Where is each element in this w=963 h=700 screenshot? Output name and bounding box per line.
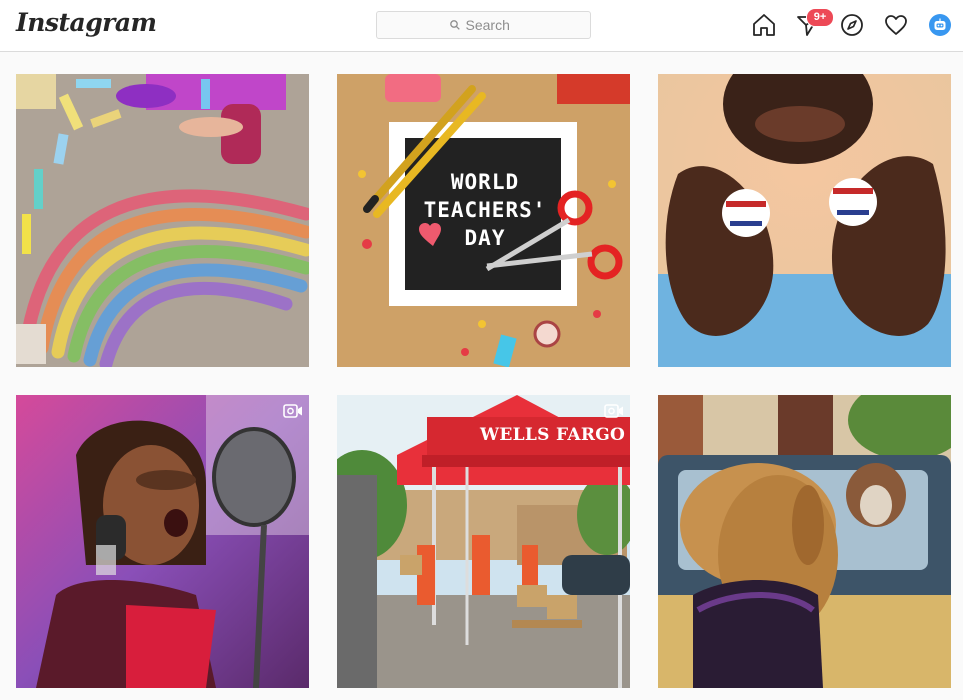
search-box[interactable] — [376, 11, 591, 39]
activity-heart-icon[interactable] — [883, 12, 909, 38]
explore-icon[interactable] — [839, 12, 865, 38]
search-icon — [449, 20, 460, 30]
notifications-badge: 9+ — [806, 8, 834, 27]
video-icon — [283, 404, 302, 418]
video-icon — [604, 404, 623, 418]
post-image — [16, 395, 309, 688]
post-singer-at-microphone[interactable] — [16, 395, 309, 688]
post-world-teachers-day[interactable]: WORLD TEACHERS' DAY — [337, 74, 630, 367]
profile-robot-icon — [934, 18, 946, 30]
post-voting-stickers[interactable]: VOTE 2020 — [658, 74, 951, 367]
vote-pin-text: VOTE — [731, 207, 761, 219]
post-dog-in-car-window[interactable] — [658, 395, 951, 688]
profile-avatar[interactable] — [929, 14, 951, 36]
tent-banner-text: WELLS FARGO — [480, 425, 626, 445]
home-icon[interactable] — [751, 12, 777, 38]
letterboard-text: WORLD TEACHERS' DAY — [423, 170, 547, 250]
search-input[interactable] — [465, 17, 518, 33]
top-navigation-bar: Instagram 9+ — [0, 0, 963, 52]
year-pin-text: 2020 — [840, 195, 866, 207]
post-chalk-rainbow[interactable] — [16, 74, 309, 367]
post-image — [16, 74, 309, 367]
instagram-logo[interactable]: Instagram — [16, 8, 157, 37]
post-wells-fargo-tent[interactable]: WELLS FARGO — [337, 395, 630, 688]
post-image — [658, 395, 951, 688]
post-image — [658, 74, 951, 367]
